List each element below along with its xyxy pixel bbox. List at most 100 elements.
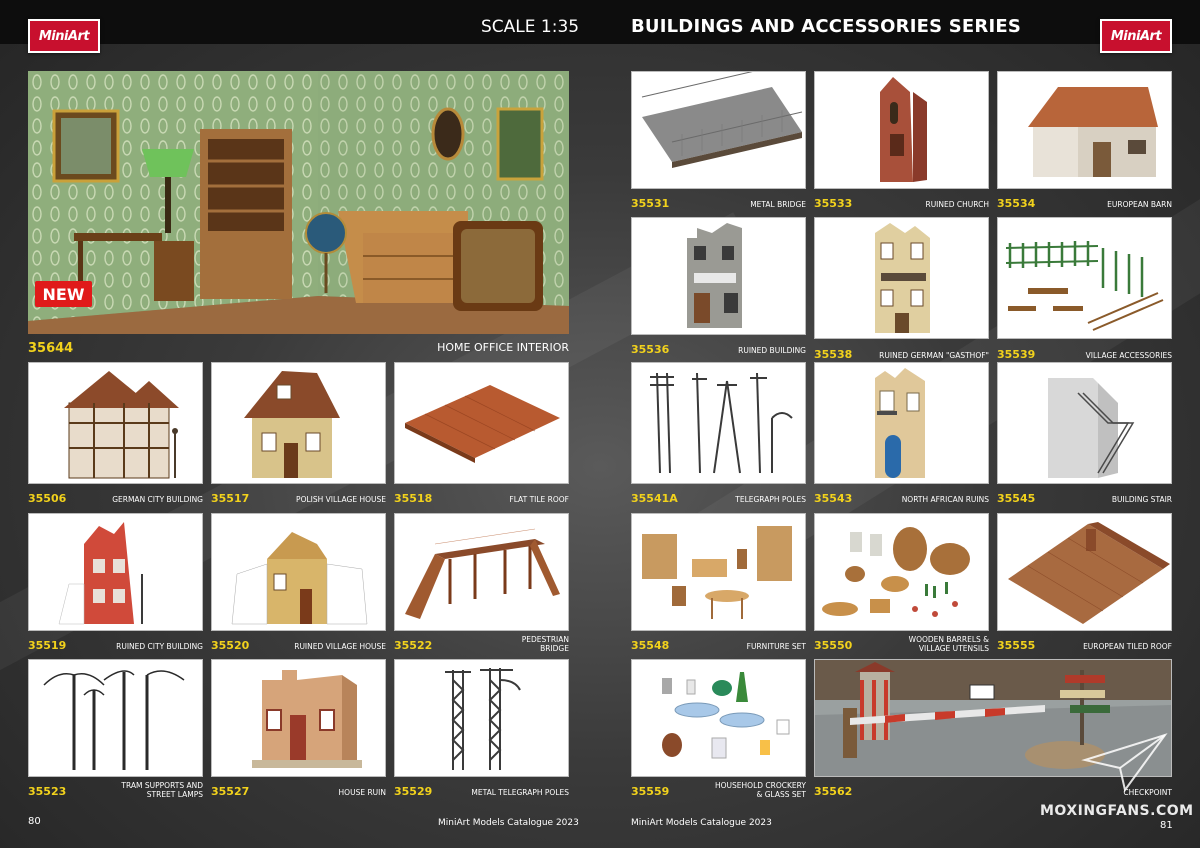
product-name-line: STREET LAMPS xyxy=(146,790,203,799)
product-code: 35559 xyxy=(631,785,670,798)
polish-village-house-illustration xyxy=(244,371,340,478)
product-name: VILLAGE ACCESSORIES xyxy=(1085,351,1172,360)
product-tile[interactable]: 35531 METAL BRIDGE xyxy=(631,71,806,211)
product-image xyxy=(997,217,1172,339)
product-tile-hero[interactable]: NEW 35644 HOME OFFICE INTERIOR xyxy=(28,71,569,359)
product-name: RUINED VILLAGE HOUSE xyxy=(294,642,386,651)
product-tile[interactable]: 35527 HOUSE RUIN xyxy=(211,659,386,800)
product-tile[interactable]: 35506 GERMAN CITY BUILDING xyxy=(28,362,203,507)
product-image xyxy=(997,362,1172,484)
scale-label: SCALE 1:35 xyxy=(481,17,580,37)
series-title: BUILDINGS AND ACCESSORIES SERIES xyxy=(631,16,1022,37)
product-tile[interactable]: 35533 RUINED CHURCH xyxy=(814,71,989,211)
product-name: METAL TELEGRAPH POLES xyxy=(471,788,569,797)
product-name: HOME OFFICE INTERIOR xyxy=(437,341,569,354)
product-image xyxy=(631,513,806,631)
product-code: 35522 xyxy=(394,639,433,652)
pedestrian-bridge-illustration xyxy=(405,528,560,619)
product-code: 35523 xyxy=(28,785,67,798)
product-image xyxy=(28,362,203,484)
furniture-set-illustration xyxy=(642,526,792,619)
product-name: FURNITURE SET xyxy=(746,642,806,651)
metal-telegraph-poles-illustration xyxy=(445,668,521,770)
product-tile[interactable]: 35548 FURNITURE SET xyxy=(631,513,806,658)
product-image xyxy=(211,513,386,631)
product-code: 35550 xyxy=(814,639,853,652)
footer-catalogue-left: MiniArt Models Catalogue 2023 xyxy=(438,818,579,828)
brand-logo-text: MiniArt xyxy=(38,28,90,44)
product-code: 35506 xyxy=(28,492,67,505)
product-name: TELEGRAPH POLES xyxy=(735,495,806,504)
product-tile[interactable]: 35529 METAL TELEGRAPH POLES xyxy=(394,659,569,800)
german-city-building-illustration xyxy=(64,371,179,479)
catalogue-spread: MiniArt MiniArt SCALE 1:35 BUILDINGS AND… xyxy=(0,0,1200,848)
product-tile[interactable]: 35534 EUROPEAN BARN xyxy=(997,71,1172,211)
product-tile[interactable]: 35545 BUILDING STAIR xyxy=(997,362,1172,507)
ruined-village-house-illustration xyxy=(231,532,368,625)
product-name-line: VILLAGE UTENSILS xyxy=(918,644,989,653)
ruined-church-illustration xyxy=(880,77,927,182)
product-name-line: & GLASS SET xyxy=(756,790,806,799)
product-image xyxy=(211,659,386,777)
product-code: 35548 xyxy=(631,639,670,652)
product-image xyxy=(28,71,569,334)
product-tile[interactable]: 35536 RUINED BUILDING xyxy=(631,217,806,358)
new-badge: NEW xyxy=(35,281,92,307)
product-code: 35541A xyxy=(631,492,678,505)
product-image xyxy=(28,513,203,631)
product-code: 35538 xyxy=(814,348,853,361)
metal-bridge-illustration xyxy=(641,72,803,168)
product-code: 35539 xyxy=(997,348,1036,361)
product-tile[interactable]: 35517 POLISH VILLAGE HOUSE xyxy=(211,362,386,507)
product-tile[interactable]: 35550 WOODEN BARRELS & VILLAGE UTENSILS xyxy=(814,513,989,658)
product-tile[interactable]: 35520 RUINED VILLAGE HOUSE xyxy=(211,513,386,658)
product-tile[interactable]: 35538 RUINED GERMAN "GASTHOF" xyxy=(814,217,989,361)
product-tile[interactable]: 35555 EUROPEAN TILED ROOF xyxy=(997,513,1172,658)
page-number-left: 80 xyxy=(28,816,41,827)
product-name: PEDESTRIAN BRIDGE xyxy=(522,635,569,653)
product-name: HOUSEHOLD CROCKERY & GLASS SET xyxy=(715,781,806,799)
product-code: 35531 xyxy=(631,197,670,210)
product-image xyxy=(814,71,989,189)
product-tile[interactable]: 35559 HOUSEHOLD CROCKERY & GLASS SET xyxy=(631,659,806,800)
product-image xyxy=(631,362,806,484)
product-code: 35520 xyxy=(211,639,250,652)
product-image xyxy=(814,362,989,484)
product-name-line: TRAM SUPPORTS AND xyxy=(121,781,203,790)
product-name: GERMAN CITY BUILDING xyxy=(112,495,203,504)
product-code: 35534 xyxy=(997,197,1036,210)
product-image xyxy=(394,659,569,777)
ruined-city-building-illustration xyxy=(58,522,143,625)
household-crockery-illustration xyxy=(662,672,790,759)
product-name: POLISH VILLAGE HOUSE xyxy=(296,495,386,504)
brand-logo-text: MiniArt xyxy=(1110,28,1162,44)
product-tile[interactable]: 35523 TRAM SUPPORTS AND STREET LAMPS xyxy=(28,659,203,800)
product-tile[interactable]: 35519 RUINED CITY BUILDING xyxy=(28,513,203,658)
product-tile[interactable]: 35522 PEDESTRIAN BRIDGE xyxy=(394,513,569,658)
product-image xyxy=(997,513,1172,631)
product-image xyxy=(211,362,386,484)
product-name: HOUSE RUIN xyxy=(338,788,386,797)
product-image xyxy=(631,659,806,777)
product-name-line: BRIDGE xyxy=(540,644,569,653)
product-tile[interactable]: 35543 NORTH AFRICAN RUINS xyxy=(814,362,989,507)
european-tiled-roof-illustration xyxy=(1008,522,1170,624)
ruined-building-illustration xyxy=(687,223,742,328)
telegraph-poles-illustration xyxy=(650,372,793,474)
north-african-ruins-illustration xyxy=(875,368,925,478)
product-image xyxy=(631,71,806,189)
product-name: WOODEN BARRELS & VILLAGE UTENSILS xyxy=(909,635,989,653)
page-number-right: 81 xyxy=(1160,820,1173,831)
product-tile[interactable]: 35539 VILLAGE ACCESSORIES xyxy=(997,217,1172,361)
product-name-line: PEDESTRIAN xyxy=(521,635,569,644)
product-tile[interactable]: 35518 FLAT TILE ROOF xyxy=(394,362,569,507)
flat-tile-roof-illustration xyxy=(405,385,560,463)
product-name: RUINED CHURCH xyxy=(925,200,989,209)
product-image xyxy=(631,217,806,335)
building-stair-illustration xyxy=(1048,378,1135,478)
product-code: 35644 xyxy=(28,341,74,356)
product-tile[interactable]: 35541A TELEGRAPH POLES xyxy=(631,362,806,507)
product-code: 35527 xyxy=(211,785,250,798)
product-code: 35529 xyxy=(394,785,433,798)
product-image xyxy=(814,217,989,339)
